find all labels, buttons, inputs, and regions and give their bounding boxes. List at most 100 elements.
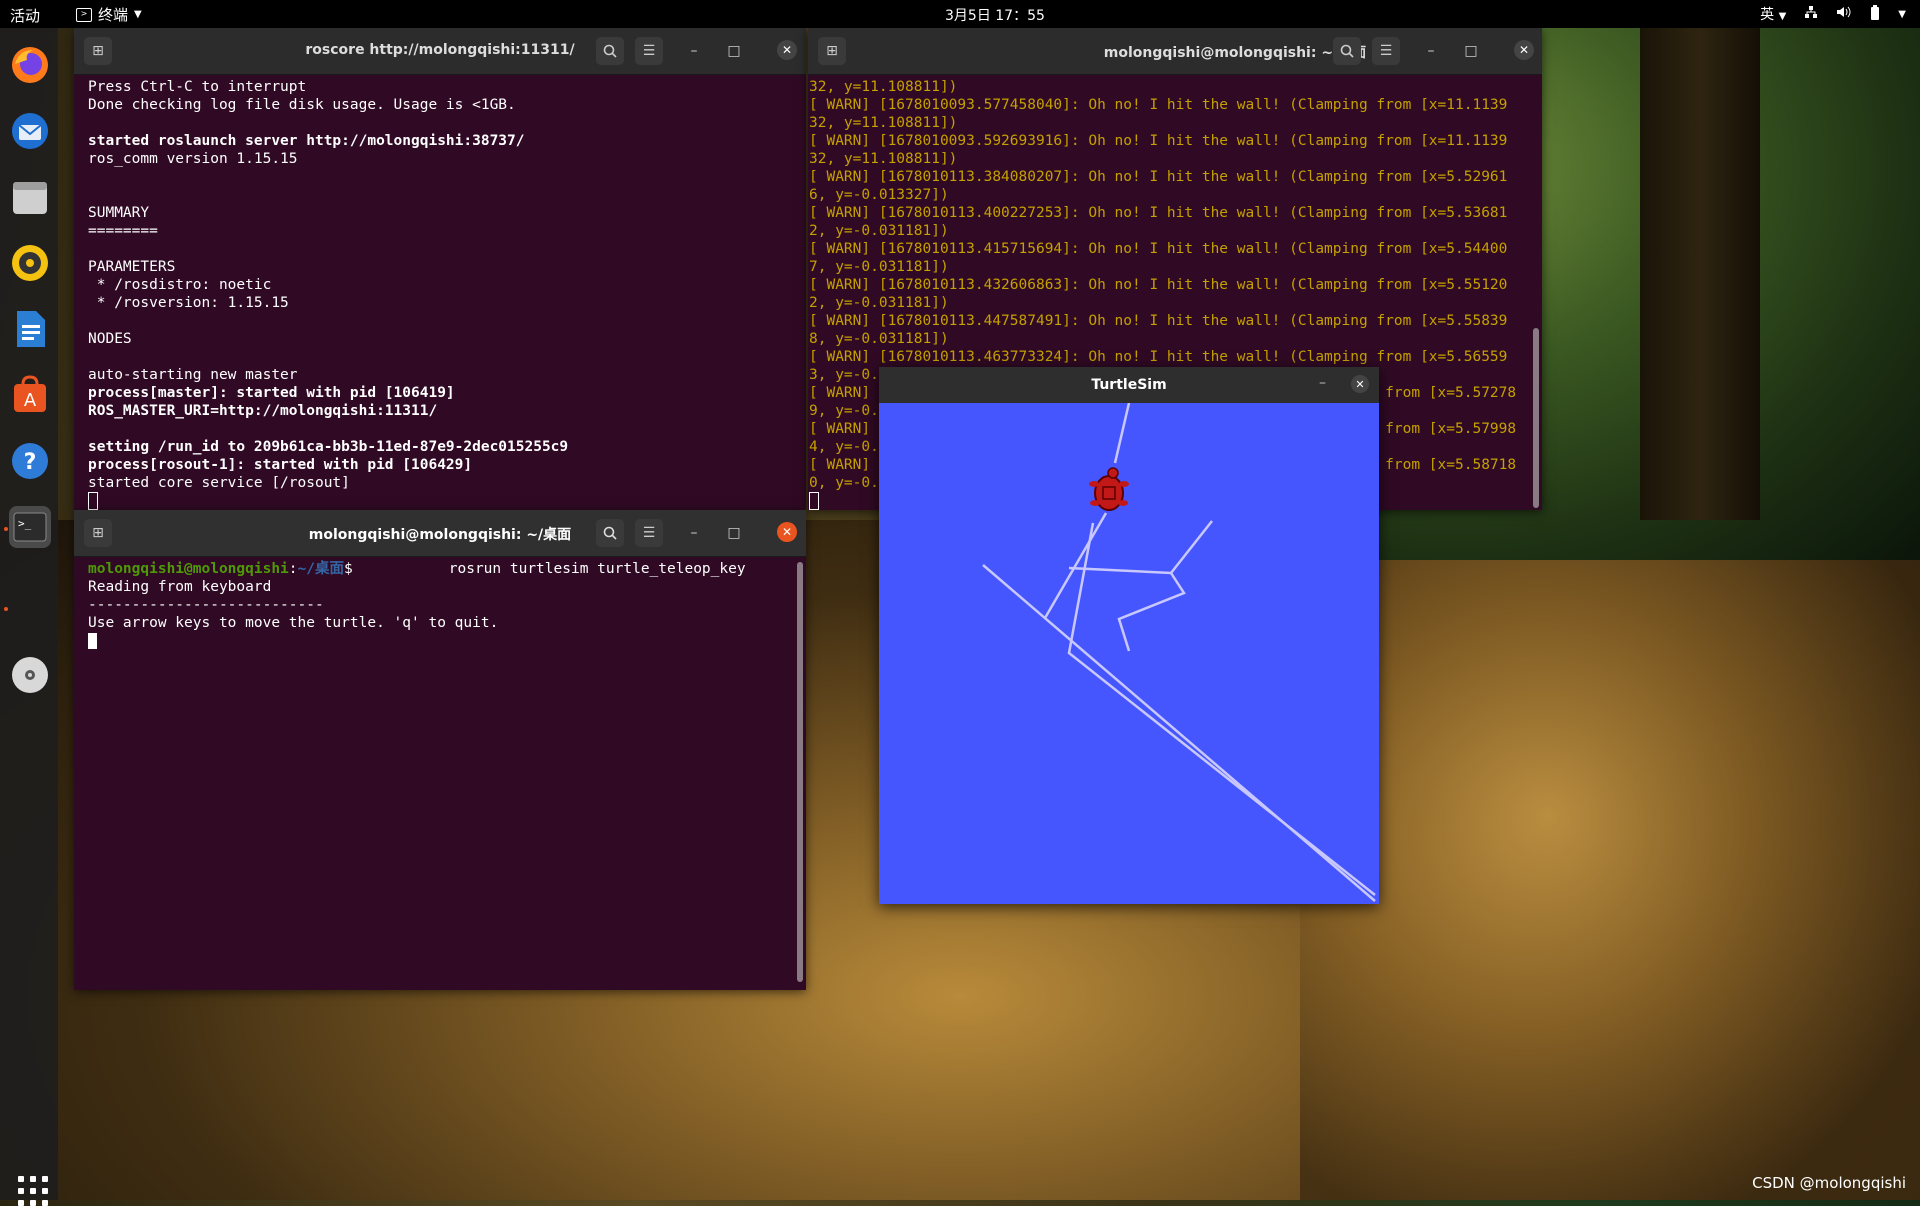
running-indicator bbox=[4, 527, 8, 531]
maximize-icon[interactable]: □ bbox=[720, 37, 748, 65]
activities-button[interactable]: 活动 bbox=[10, 5, 40, 26]
app-menu-label: 终端 bbox=[98, 6, 129, 24]
svg-text:>_: >_ bbox=[18, 517, 32, 530]
libreoffice-writer-icon[interactable] bbox=[9, 308, 51, 350]
output-line: ros_comm version 1.15.15 bbox=[88, 151, 298, 167]
power-menu-chevron-icon[interactable]: ▼ bbox=[1898, 9, 1906, 20]
system-tray[interactable]: 英 ▼ ▼ bbox=[1760, 4, 1906, 24]
warn-line: 32, y=11.108811]) bbox=[809, 115, 958, 131]
hamburger-menu-icon[interactable]: ☰ bbox=[635, 519, 663, 547]
cursor-line bbox=[88, 632, 806, 650]
clock[interactable]: 3月5日 17：55 bbox=[945, 5, 1045, 25]
warn-line: 2, y=-0.031181]) bbox=[809, 295, 949, 311]
software-center-icon[interactable]: A bbox=[9, 374, 51, 416]
warn-line: 8, y=-0.031181]) bbox=[809, 331, 949, 347]
output-line: NODES bbox=[88, 331, 132, 347]
warn-line: [ WARN] [1678010113.432606863]: Oh no! I… bbox=[809, 277, 1508, 293]
close-icon[interactable]: ✕ bbox=[1514, 40, 1534, 60]
output-line: SUMMARY bbox=[88, 205, 150, 221]
running-indicator bbox=[4, 607, 8, 611]
text-cursor bbox=[809, 492, 819, 510]
volume-icon[interactable] bbox=[1836, 5, 1852, 23]
files-icon[interactable] bbox=[9, 176, 51, 218]
show-applications-grid-icon[interactable] bbox=[18, 1176, 48, 1206]
minimize-icon[interactable]: – bbox=[1319, 375, 1326, 391]
app-menu[interactable]: > 终端 ▼ bbox=[76, 4, 142, 25]
search-icon[interactable] bbox=[596, 519, 624, 547]
maximize-icon[interactable]: □ bbox=[1457, 37, 1485, 65]
output-line: Use arrow keys to move the turtle. 'q' t… bbox=[88, 615, 499, 631]
warn-line: 2, y=-0.031181]) bbox=[809, 223, 949, 239]
output-line: Reading from keyboard bbox=[88, 579, 272, 595]
dvd-icon[interactable] bbox=[9, 654, 51, 696]
minimize-icon[interactable]: – bbox=[1417, 37, 1445, 65]
roscore-terminal-window[interactable]: ⊞ roscore http://molongqishi:11311/ ☰ – … bbox=[74, 28, 806, 510]
warn-line: [ WARN] [1678010113.447587491]: Oh no! I… bbox=[809, 313, 1508, 329]
close-icon[interactable]: ✕ bbox=[1351, 375, 1369, 393]
warn-line: [ WARN] [1678010113.400227253]: Oh no! I… bbox=[809, 205, 1508, 221]
titlebar[interactable]: TurtleSim – ✕ bbox=[879, 367, 1379, 403]
warn-line: 6, y=-0.013327]) bbox=[809, 187, 949, 203]
dock: A ? >_ bbox=[0, 28, 58, 1206]
scrollbar[interactable] bbox=[797, 562, 803, 982]
battery-icon[interactable] bbox=[1870, 4, 1880, 24]
help-icon[interactable]: ? bbox=[9, 440, 51, 482]
output-line: --------------------------- bbox=[88, 597, 324, 613]
search-icon[interactable] bbox=[1333, 37, 1361, 65]
network-icon[interactable] bbox=[1804, 5, 1818, 23]
warn-line: [ WARN] [1678010113.384080207]: Oh no! I… bbox=[809, 169, 1508, 185]
minimize-icon[interactable]: – bbox=[680, 37, 708, 65]
cursor-line bbox=[88, 492, 806, 510]
input-method-indicator[interactable]: 英 ▼ bbox=[1760, 4, 1786, 24]
rhythmbox-icon[interactable] bbox=[9, 242, 51, 284]
minimize-icon[interactable]: – bbox=[680, 519, 708, 547]
warn-line: [ WARN] [1678010113.415715694]: Oh no! I… bbox=[809, 241, 1508, 257]
warn-line: 32, y=11.108811]) bbox=[809, 151, 958, 167]
terminal-output[interactable]: Press Ctrl-C to interrupt Done checking l… bbox=[74, 75, 806, 510]
text-cursor bbox=[88, 492, 98, 510]
titlebar[interactable]: ⊞ molongqishi@molongqishi: ~/桌面 ☰ – □ ✕ bbox=[808, 28, 1542, 75]
scrollbar[interactable] bbox=[1533, 328, 1539, 508]
top-bar: 活动 > 终端 ▼ 3月5日 17：55 英 ▼ ▼ bbox=[0, 0, 1920, 28]
window-title: TurtleSim bbox=[1091, 377, 1167, 393]
firefox-icon[interactable] bbox=[9, 44, 51, 86]
wallpaper-pine-needles bbox=[1300, 560, 1920, 1200]
output-line: ROS_MASTER_URI=http://molongqishi:11311/ bbox=[88, 403, 438, 419]
close-icon[interactable]: ✕ bbox=[777, 40, 797, 60]
text-cursor bbox=[88, 633, 97, 649]
warn-line: [ WARN] [1678010113.463773324]: Oh no! I… bbox=[809, 349, 1508, 365]
output-line: * /rosversion: 1.15.15 bbox=[88, 295, 289, 311]
titlebar[interactable]: ⊞ molongqishi@molongqishi: ~/桌面 ☰ – □ ✕ bbox=[74, 510, 806, 557]
svg-text:?: ? bbox=[24, 450, 37, 475]
titlebar[interactable]: ⊞ roscore http://molongqishi:11311/ ☰ – … bbox=[74, 28, 806, 75]
terminal-icon[interactable]: >_ bbox=[9, 506, 51, 548]
warn-line: [ WARN] [1678010093.577458040]: Oh no! I… bbox=[809, 97, 1508, 113]
chevron-down-icon: ▼ bbox=[134, 9, 142, 20]
chevron-down-icon: ▼ bbox=[1778, 11, 1787, 22]
warn-line: [ WARN] [1678010093.592693916]: Oh no! I… bbox=[809, 133, 1508, 149]
output-line: Done checking log file disk usage. Usage… bbox=[88, 97, 516, 113]
command-text: rosrun turtlesim turtle_teleop_key bbox=[352, 561, 746, 577]
output-line: process[rosout-1]: started with pid [106… bbox=[88, 457, 473, 473]
warn-line: 32, y=11.108811]) bbox=[809, 79, 958, 95]
terminal-output[interactable]: molongqishi@molongqishi:~/桌面$ rosrun tur… bbox=[74, 557, 806, 990]
thunderbird-icon[interactable] bbox=[9, 110, 51, 152]
terminal-small-icon: > bbox=[76, 7, 92, 22]
turtlesim-window[interactable]: TurtleSim – ✕ bbox=[879, 367, 1379, 904]
hamburger-menu-icon[interactable]: ☰ bbox=[1372, 37, 1400, 65]
turtlesim-canvas bbox=[982, 403, 1376, 902]
output-line: PARAMETERS bbox=[88, 259, 176, 275]
teleop-terminal-window[interactable]: ⊞ molongqishi@molongqishi: ~/桌面 ☰ – □ ✕ … bbox=[74, 510, 806, 990]
search-icon[interactable] bbox=[596, 37, 624, 65]
close-icon[interactable]: ✕ bbox=[777, 522, 797, 542]
svg-text:A: A bbox=[24, 390, 37, 411]
output-line: auto-starting new master bbox=[88, 367, 298, 383]
hamburger-menu-icon[interactable]: ☰ bbox=[635, 37, 663, 65]
maximize-icon[interactable]: □ bbox=[720, 519, 748, 547]
